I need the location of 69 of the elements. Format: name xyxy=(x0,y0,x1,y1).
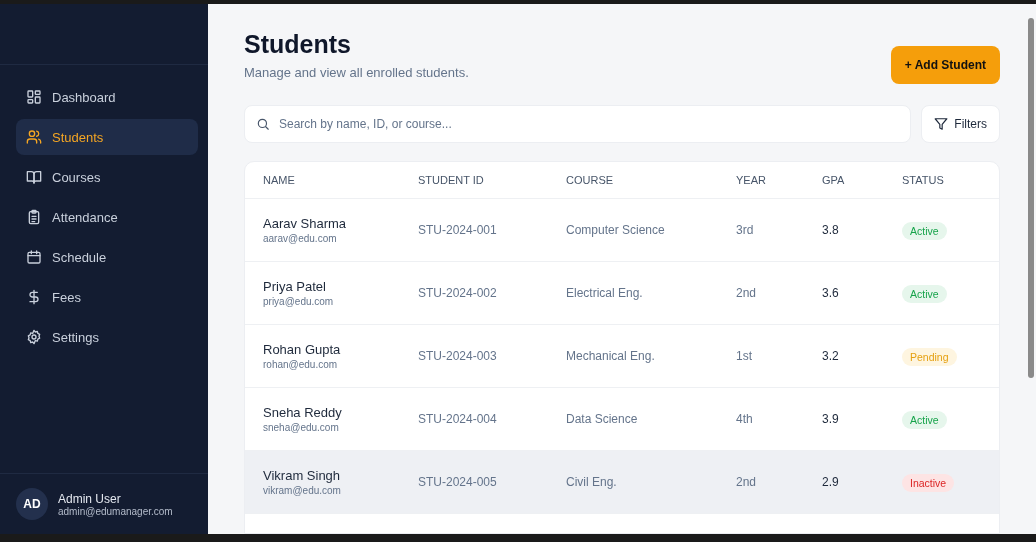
student-name: Sneha Reddy xyxy=(263,405,343,420)
course-name: Electrical Eng. xyxy=(566,286,644,300)
book-icon xyxy=(26,169,42,185)
status-label: Inactive xyxy=(902,473,955,492)
dollar-icon xyxy=(26,289,42,305)
user-email: admin@edumanager.com xyxy=(58,505,173,517)
year-value: 4th xyxy=(736,412,754,426)
settings-icon xyxy=(26,329,42,345)
users-icon xyxy=(26,129,42,145)
student-name: Aarav Sharma xyxy=(263,216,348,231)
search-field[interactable]: Search by name, ID, or course... xyxy=(244,105,912,143)
page-subtitle: Manage and view all enrolled students. xyxy=(244,65,469,80)
filter-icon xyxy=(934,117,949,131)
gpa-value: 3.2 xyxy=(822,349,840,363)
table-row[interactable]: Rohan Gupta rohan@edu.com STU-2024-003 Mechanical Eng. 1st 3.2 Pending xyxy=(245,325,999,388)
status-label: Active xyxy=(902,221,947,240)
column-header: COURSE xyxy=(566,174,615,186)
gpa-value: 2.9 xyxy=(822,475,840,489)
gpa-value: 3.9 xyxy=(822,412,840,426)
nav-item[interactable]: Fees xyxy=(16,279,198,315)
student-email: priya@edu.com xyxy=(263,296,335,307)
student-id: STU-2024-001 xyxy=(418,223,498,237)
course-name: Data Science xyxy=(566,412,639,426)
nav-item[interactable]: Settings xyxy=(16,319,198,355)
column-header: NAME xyxy=(263,174,296,186)
course-name: Computer Science xyxy=(566,223,666,237)
nav-item[interactable]: Dashboard xyxy=(16,79,198,115)
student-name: Priya Patel xyxy=(263,279,327,294)
nav-item[interactable]: Schedule xyxy=(16,239,198,275)
student-email: vikram@edu.com xyxy=(263,485,342,496)
nav-item[interactable]: Courses xyxy=(16,159,198,195)
calendar-icon xyxy=(26,249,42,265)
student-id: STU-2024-005 xyxy=(418,475,498,489)
table-row[interactable]: Vikram Singh vikram@edu.com STU-2024-005 Civil Eng. 2nd 2.9 Inactive xyxy=(245,451,999,514)
add-student-button[interactable]: + Add Student xyxy=(890,46,1000,84)
student-id: STU-2024-004 xyxy=(418,412,498,426)
student-id: STU-2024-003 xyxy=(418,349,498,363)
student-email: rohan@edu.com xyxy=(263,359,339,370)
course-name: Civil Eng. xyxy=(566,475,618,489)
status-label: Active xyxy=(902,410,947,429)
student-name: Vikram Singh xyxy=(263,468,342,483)
page-title: Students xyxy=(244,30,352,59)
student-email: aarav@edu.com xyxy=(263,233,338,244)
user-name: Admin User xyxy=(58,491,122,506)
gpa-value: 3.8 xyxy=(822,223,840,237)
year-value: 1st xyxy=(736,349,753,363)
student-name: Rohan Gupta xyxy=(263,342,342,357)
gpa-value: 3.6 xyxy=(822,286,840,300)
student-id: STU-2024-002 xyxy=(418,286,498,300)
column-header: GPA xyxy=(822,174,846,186)
nav-item[interactable]: Students xyxy=(16,119,198,155)
year-value: 3rd xyxy=(736,223,755,237)
student-email: sneha@edu.com xyxy=(263,422,340,433)
clipboard-icon xyxy=(26,209,42,225)
column-header: STATUS xyxy=(902,174,945,186)
column-header: YEAR xyxy=(736,174,767,186)
grid-icon xyxy=(26,89,42,105)
table-row[interactable]: Aarav Sharma aarav@edu.com STU-2024-001 Computer Science 3rd 3.8 Active xyxy=(245,199,999,262)
year-value: 2nd xyxy=(736,475,758,489)
column-header: STUDENT ID xyxy=(418,174,485,186)
status-label: Active xyxy=(902,284,947,303)
course-name: Mechanical Eng. xyxy=(566,349,656,363)
scrollbar[interactable] xyxy=(1028,4,1036,534)
table-row[interactable]: Priya Patel priya@edu.com STU-2024-002 Electrical Eng. 2nd 3.6 Active xyxy=(245,262,999,325)
user-avatar: AD xyxy=(16,488,48,520)
status-label: Pending xyxy=(902,347,957,366)
filters-button[interactable]: Filters xyxy=(921,105,1000,143)
year-value: 2nd xyxy=(736,286,758,300)
nav-item[interactable]: Attendance xyxy=(16,199,198,235)
